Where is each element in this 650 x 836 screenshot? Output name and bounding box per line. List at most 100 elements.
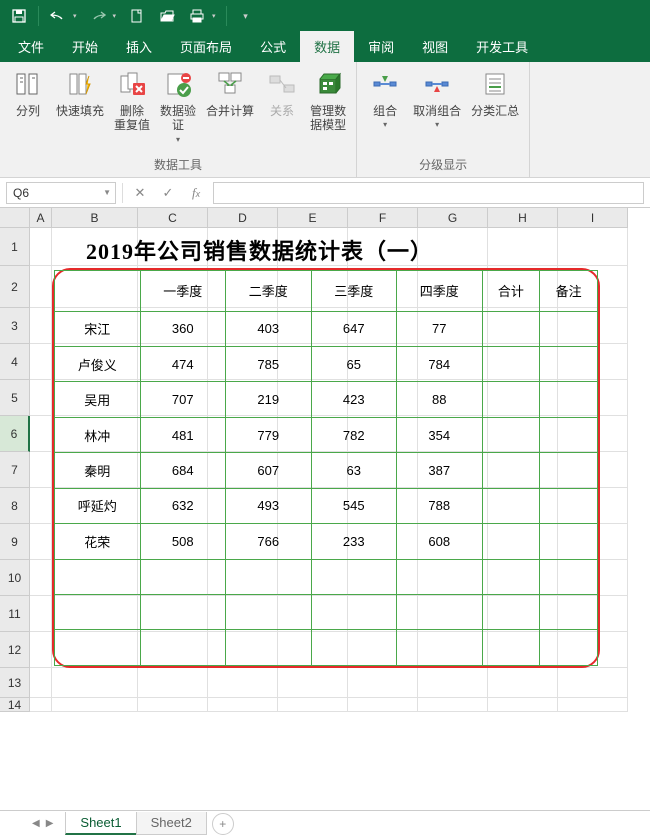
- table-cell[interactable]: [311, 595, 397, 630]
- cell[interactable]: [30, 266, 52, 308]
- table-cell[interactable]: 403: [226, 311, 312, 346]
- table-cell[interactable]: [540, 417, 598, 452]
- table-cell[interactable]: 219: [226, 382, 312, 417]
- col-header[interactable]: G: [418, 208, 488, 228]
- col-header[interactable]: A: [30, 208, 52, 228]
- cell[interactable]: [30, 668, 52, 698]
- table-cell[interactable]: [482, 453, 540, 488]
- cell[interactable]: [30, 228, 52, 266]
- table-header-cell[interactable]: 备注: [540, 271, 598, 312]
- table-cell[interactable]: [482, 488, 540, 523]
- table-cell[interactable]: 65: [311, 346, 397, 381]
- table-cell[interactable]: [540, 346, 598, 381]
- row-header[interactable]: 4: [0, 344, 30, 380]
- table-header-cell[interactable]: 四季度: [397, 271, 483, 312]
- table-cell[interactable]: 呼延灼: [55, 488, 141, 523]
- ribbon-button[interactable]: 管理数据模型: [308, 66, 348, 146]
- table-cell[interactable]: [482, 382, 540, 417]
- table-cell[interactable]: 林冲: [55, 417, 141, 452]
- table-cell[interactable]: [540, 524, 598, 559]
- table-cell[interactable]: [226, 595, 312, 630]
- cell[interactable]: [348, 668, 418, 698]
- ribbon-button[interactable]: 快速填充: [54, 66, 106, 146]
- row-header[interactable]: 13: [0, 668, 30, 698]
- table-cell[interactable]: 607: [226, 453, 312, 488]
- cell[interactable]: [30, 698, 52, 712]
- table-cell[interactable]: 宋江: [55, 311, 141, 346]
- table-cell[interactable]: [482, 559, 540, 594]
- table-cell[interactable]: 481: [140, 417, 226, 452]
- cell[interactable]: [30, 452, 52, 488]
- row-header[interactable]: 10: [0, 560, 30, 596]
- sheet-nav[interactable]: ◀▶: [30, 816, 55, 831]
- table-cell[interactable]: [482, 595, 540, 630]
- cell[interactable]: [558, 668, 628, 698]
- table-cell[interactable]: [397, 595, 483, 630]
- row-header[interactable]: 8: [0, 488, 30, 524]
- table-cell[interactable]: 吴用: [55, 382, 141, 417]
- table-cell[interactable]: [55, 630, 141, 666]
- menu-tab-8[interactable]: 开发工具: [462, 31, 542, 62]
- cell[interactable]: [30, 632, 52, 668]
- col-header[interactable]: F: [348, 208, 418, 228]
- cell[interactable]: [30, 488, 52, 524]
- table-cell[interactable]: [55, 559, 141, 594]
- enter-icon[interactable]: ✓: [157, 182, 179, 204]
- menu-tab-4[interactable]: 公式: [246, 31, 300, 62]
- col-header[interactable]: C: [138, 208, 208, 228]
- menu-tab-5[interactable]: 数据: [300, 31, 354, 62]
- table-cell[interactable]: [482, 311, 540, 346]
- name-box[interactable]: Q6 ▼: [6, 182, 116, 204]
- cell[interactable]: [208, 668, 278, 698]
- cell[interactable]: [30, 308, 52, 344]
- table-cell[interactable]: 684: [140, 453, 226, 488]
- cell[interactable]: [278, 698, 348, 712]
- table-cell[interactable]: [397, 559, 483, 594]
- menu-tab-1[interactable]: 开始: [58, 31, 112, 62]
- table-cell[interactable]: 卢俊义: [55, 346, 141, 381]
- row-header[interactable]: 2: [0, 266, 30, 308]
- cell[interactable]: [418, 668, 488, 698]
- new-icon[interactable]: [124, 3, 150, 29]
- table-header-cell[interactable]: 二季度: [226, 271, 312, 312]
- cell[interactable]: [348, 698, 418, 712]
- select-all-corner[interactable]: [0, 208, 30, 228]
- row-header[interactable]: 6: [0, 416, 30, 452]
- table-cell[interactable]: 423: [311, 382, 397, 417]
- cell[interactable]: [30, 416, 52, 452]
- table-cell[interactable]: [540, 453, 598, 488]
- cell[interactable]: [138, 698, 208, 712]
- col-header[interactable]: D: [208, 208, 278, 228]
- table-cell[interactable]: 360: [140, 311, 226, 346]
- cell[interactable]: [30, 380, 52, 416]
- row-header[interactable]: 9: [0, 524, 30, 560]
- sheet-tab[interactable]: Sheet2: [136, 812, 207, 835]
- cell[interactable]: [208, 698, 278, 712]
- row-header[interactable]: 11: [0, 596, 30, 632]
- col-header[interactable]: I: [558, 208, 628, 228]
- table-cell[interactable]: [226, 559, 312, 594]
- ribbon-button[interactable]: 组合▾: [365, 66, 405, 132]
- qat-customize-icon[interactable]: ▾: [233, 3, 259, 29]
- cell[interactable]: [558, 228, 628, 266]
- table-cell[interactable]: 784: [397, 346, 483, 381]
- ribbon-button[interactable]: 删除重复值: [112, 66, 152, 146]
- ribbon-button[interactable]: 分类汇总: [469, 66, 521, 132]
- menu-tab-6[interactable]: 审阅: [354, 31, 408, 62]
- cell[interactable]: [488, 698, 558, 712]
- table-cell[interactable]: [140, 559, 226, 594]
- table-cell[interactable]: [540, 595, 598, 630]
- table-cell[interactable]: [482, 524, 540, 559]
- cell[interactable]: [30, 344, 52, 380]
- table-header-cell[interactable]: 合计: [482, 271, 540, 312]
- chevron-down-icon[interactable]: ▼: [103, 188, 111, 197]
- menu-tab-7[interactable]: 视图: [408, 31, 462, 62]
- table-cell[interactable]: [482, 346, 540, 381]
- row-header[interactable]: 1: [0, 228, 30, 266]
- print-icon[interactable]: [184, 3, 210, 29]
- table-cell[interactable]: 354: [397, 417, 483, 452]
- table-cell[interactable]: [140, 630, 226, 666]
- table-cell[interactable]: [540, 559, 598, 594]
- table-cell[interactable]: 387: [397, 453, 483, 488]
- row-header[interactable]: 7: [0, 452, 30, 488]
